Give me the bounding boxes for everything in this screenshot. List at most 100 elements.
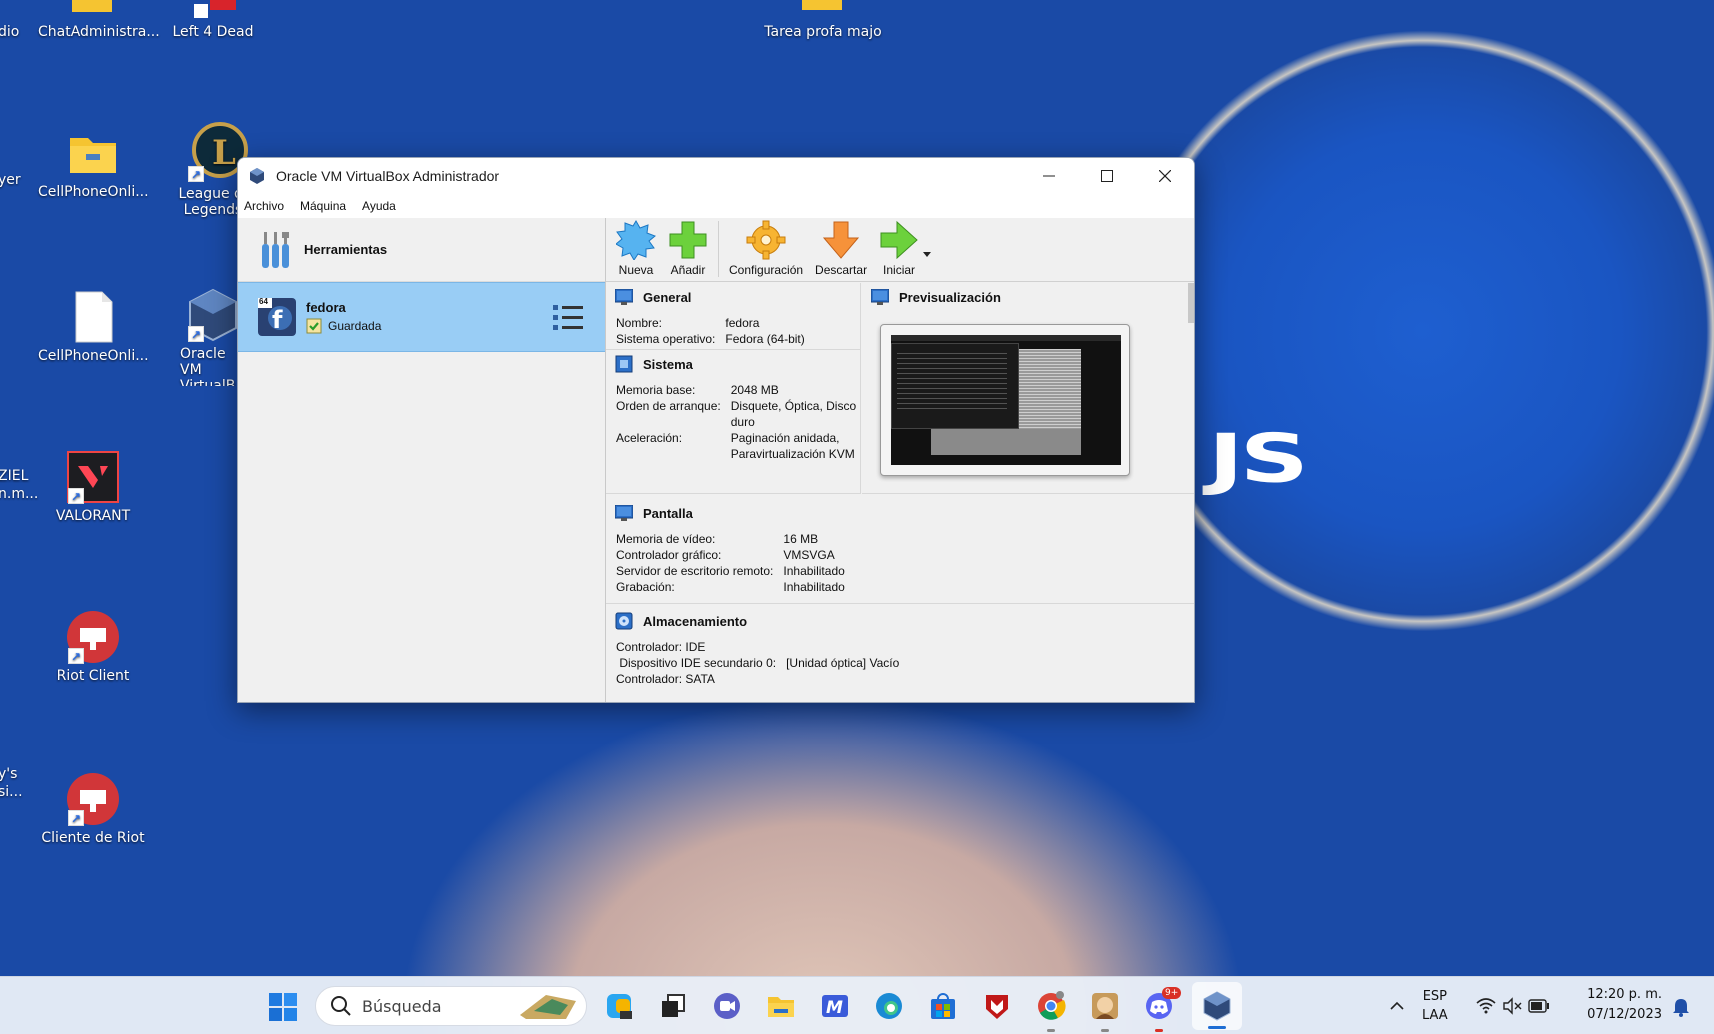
- taskbar-store[interactable]: [928, 991, 958, 1026]
- menu-maquina[interactable]: Máquina: [300, 199, 346, 213]
- kv-key: Controlador: SATA: [616, 672, 715, 686]
- system-header[interactable]: Sistema: [606, 350, 860, 378]
- new-button[interactable]: Nueva: [610, 220, 662, 277]
- close-button[interactable]: [1136, 158, 1194, 194]
- notification-bell-icon[interactable]: [1672, 997, 1690, 1017]
- desktop-icon-label: Tarea profa majo: [764, 24, 882, 40]
- taskbar-taskview[interactable]: [658, 991, 688, 1026]
- kv-value: Disquete, Óptica, Disco duro: [730, 399, 857, 429]
- discard-button[interactable]: Descartar: [809, 220, 873, 277]
- start-button[interactable]: Iniciar: [873, 220, 939, 277]
- kv-value: [Unidad óptica] Vacío: [786, 656, 900, 670]
- taskbar-explorer[interactable]: [766, 991, 796, 1026]
- general-icon: [615, 289, 633, 305]
- folder-icon: [796, 0, 850, 20]
- taskbar-chrome[interactable]: [1036, 991, 1066, 1032]
- display-section: Pantalla Memoria de vídeo: 16 MB Controla…: [606, 495, 1194, 604]
- task-view-icon: [662, 994, 685, 1017]
- kv-key: Controlador: IDE: [616, 640, 706, 654]
- taskbar-app-m[interactable]: M: [820, 991, 850, 1026]
- start-icon: [880, 220, 918, 260]
- chrome-icon: [1038, 991, 1066, 1020]
- game-icon: [186, 0, 240, 20]
- chevron-up-icon[interactable]: [1389, 998, 1405, 1014]
- storage-header[interactable]: Almacenamiento: [606, 607, 1194, 635]
- kv-key: Controlador gráfico:: [616, 548, 722, 562]
- language-code: ESP: [1422, 989, 1447, 1004]
- discard-icon: [822, 221, 860, 259]
- display-header[interactable]: Pantalla: [606, 499, 1194, 527]
- window-title: Oracle VM VirtualBox Administrador: [276, 168, 500, 184]
- desktop-partial-label: n.m...: [0, 486, 39, 502]
- edge-icon: [876, 993, 902, 1019]
- menu-ayuda[interactable]: Ayuda: [362, 199, 396, 213]
- game-icon: [1092, 993, 1118, 1019]
- general-header[interactable]: General: [606, 283, 860, 311]
- volume-muted-icon[interactable]: [1502, 997, 1522, 1015]
- menu-archivo[interactable]: Archivo: [244, 199, 284, 213]
- taskbar-discord[interactable]: 9+: [1144, 987, 1182, 1032]
- taskbar-teams[interactable]: [712, 991, 742, 1026]
- add-icon: [669, 221, 707, 259]
- desktop-icon-valorant[interactable]: ↗ VALORANT: [38, 450, 148, 524]
- mcafee-icon: [986, 995, 1008, 1019]
- new-icon: [616, 220, 656, 260]
- scrollbar-thumb[interactable]: [1188, 283, 1194, 323]
- desktop-icon-label: CellPhoneOnli...: [38, 184, 149, 200]
- app-m-icon: M: [822, 995, 848, 1018]
- add-button[interactable]: Añadir: [662, 220, 714, 277]
- virtualbox-icon: [250, 168, 264, 184]
- title-bar[interactable]: Oracle VM VirtualBox Administrador: [238, 158, 1194, 194]
- desktop-partial-label: y's: [0, 766, 18, 782]
- battery-icon[interactable]: [1528, 999, 1550, 1013]
- desktop-icon-tarea[interactable]: Tarea profa majo: [758, 0, 888, 40]
- minimize-button[interactable]: [1020, 158, 1078, 194]
- input-language[interactable]: ESP LAA: [1422, 987, 1448, 1025]
- desktop-icon-riot[interactable]: ↗ Riot Client: [38, 610, 148, 684]
- chevron-down-icon[interactable]: [923, 251, 933, 259]
- search-box[interactable]: Búsqueda: [315, 986, 587, 1026]
- start-button-label: Iniciar: [883, 263, 916, 277]
- league-icon: L ↗: [186, 120, 248, 182]
- taskbar-edge[interactable]: [874, 991, 904, 1026]
- monitor-icon: [871, 289, 889, 305]
- machine-list-pane: Herramientas f 64 fedora Guardada: [238, 218, 606, 702]
- desktop-icon-label: ChatAdministra...: [38, 24, 160, 40]
- storage-title: Almacenamiento: [643, 613, 748, 629]
- clock-time: 12:20 p. m.: [1587, 987, 1662, 1002]
- taskbar-mcafee[interactable]: [982, 991, 1012, 1026]
- kv-key: Orden de arranque:: [616, 399, 721, 413]
- desktop-icon-cliente-riot[interactable]: ↗ Cliente de Riot: [38, 772, 148, 846]
- kv-key: Memoria base:: [616, 383, 696, 397]
- taskbar-copilot[interactable]: [604, 991, 634, 1026]
- desktop-icon-cellphone-folder[interactable]: CellPhoneOnli...: [38, 126, 149, 200]
- folder-icon: [768, 997, 794, 1017]
- desktop-icon-cellphone-file[interactable]: CellPhoneOnli...: [38, 290, 149, 364]
- vm-list-item-fedora[interactable]: f 64 fedora Guardada: [238, 282, 605, 352]
- clock[interactable]: 12:20 p. m. 07/12/2023: [1576, 985, 1662, 1025]
- taskbar-virtualbox[interactable]: [1192, 982, 1242, 1030]
- kv-value: 2048 MB: [730, 383, 779, 397]
- display-title: Pantalla: [643, 505, 693, 521]
- taskbar-game[interactable]: [1090, 991, 1120, 1032]
- desktop-icon-left4dead[interactable]: Left 4 Dead: [158, 0, 268, 40]
- kv-key: Grabación:: [616, 580, 675, 594]
- new-button-label: Nueva: [618, 263, 654, 277]
- preview-section: Previsualización: [862, 283, 1194, 494]
- wifi-icon[interactable]: [1476, 997, 1496, 1015]
- kv-value: [786, 639, 899, 655]
- copilot-icon: [607, 994, 632, 1019]
- vm-details-menu-icon[interactable]: [553, 303, 583, 331]
- file-icon: [66, 290, 120, 344]
- preview-header[interactable]: Previsualización: [862, 283, 1194, 311]
- maximize-button[interactable]: [1078, 158, 1136, 194]
- vm-screen-preview: [891, 335, 1121, 465]
- desktop-icon-chatadmin[interactable]: ChatAdministra...: [38, 0, 160, 40]
- desktop-partial-label: dio: [0, 24, 20, 40]
- tools-item[interactable]: Herramientas: [238, 218, 605, 282]
- kv-value: 16 MB: [783, 532, 819, 546]
- settings-button[interactable]: Configuración: [723, 220, 809, 277]
- folder-icon: [66, 126, 120, 180]
- start-menu-button[interactable]: [268, 992, 298, 1027]
- saved-state-icon: [306, 318, 322, 334]
